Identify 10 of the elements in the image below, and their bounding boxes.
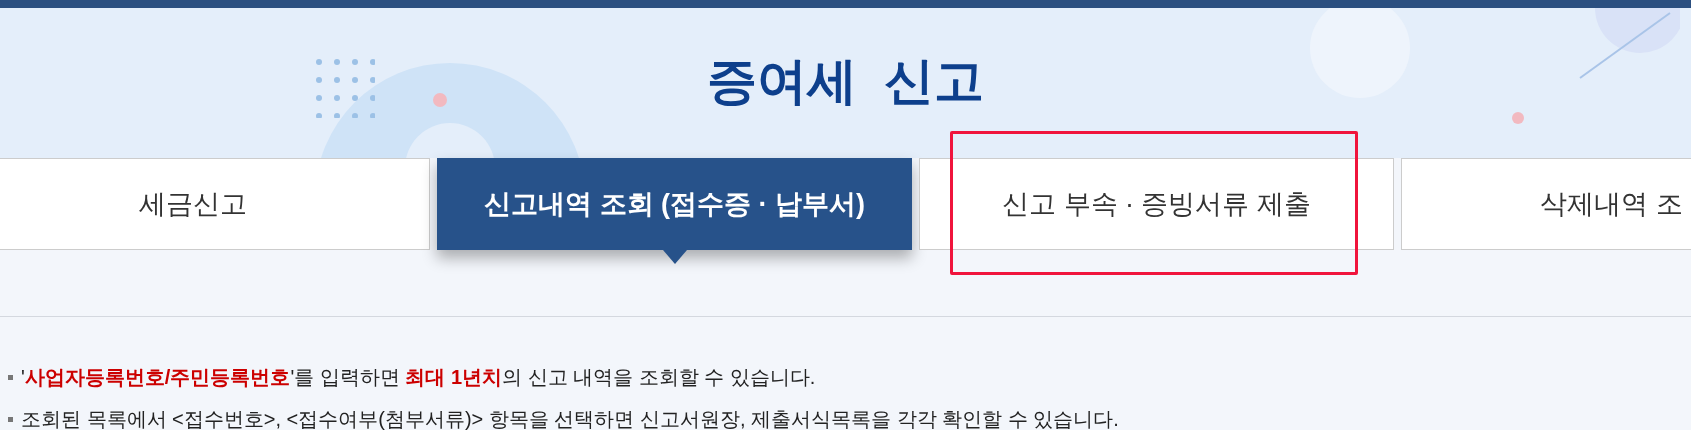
tab[interactable]: 세금신고 — [0, 158, 430, 250]
bullet-icon — [8, 416, 13, 422]
tab[interactable]: 신고 부속 · 증빙서류 제출 — [919, 158, 1394, 250]
bullet-icon — [8, 374, 13, 380]
note-text: 조회된 목록에서 <접수번호>, <접수여부(첨부서류)> 항목을 선택하면 신고서원장, 제출서식목록을 각각 확인할 수 있습니다. — [21, 408, 1119, 430]
dots-drawing — [315, 58, 375, 118]
tab[interactable]: 삭제내역 조 — [1401, 158, 1691, 250]
page-title: 증여세 신고 — [706, 52, 985, 106]
pointer-icon — [662, 250, 687, 264]
note-text: '사업자등록번호/주민등록번호'를 입력하면 최대 1년치의 신고 내역을 조회할 수 있습니다. — [21, 366, 816, 388]
